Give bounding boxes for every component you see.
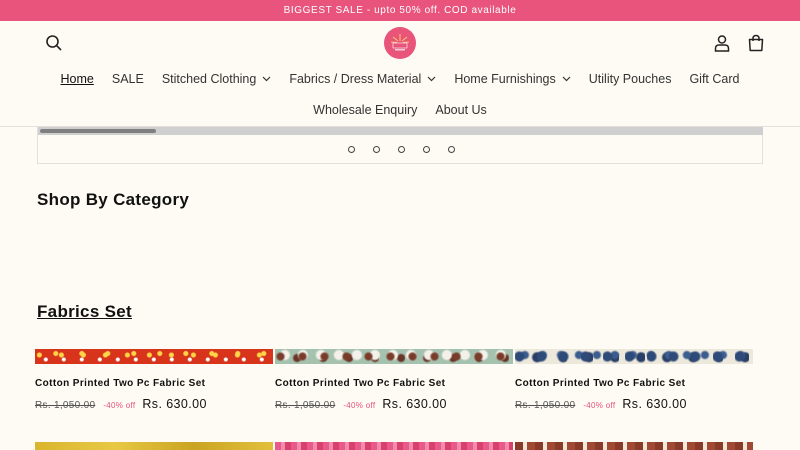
product-card[interactable]: Cotton Printed Two Pc Fabric Set Rs. 1,05… — [515, 349, 753, 411]
nav-item-gift-card[interactable]: Gift Card — [689, 69, 739, 89]
chevron-down-icon — [262, 76, 271, 82]
product-title[interactable]: Cotton Printed Two Pc Fabric Set — [275, 378, 513, 389]
compare-at-price: Rs. 1,050.00 — [275, 400, 336, 411]
cart-icon[interactable] — [746, 33, 766, 53]
nav-item-label: Home Furnishings — [454, 72, 556, 86]
discount-badge: -40% off — [103, 401, 136, 410]
product-image[interactable] — [515, 442, 753, 450]
main-nav: Home SALE Stitched Clothing Fabrics / Dress… — [0, 69, 800, 89]
discount-badge: -40% off — [583, 401, 616, 410]
slider-scrollbar-thumb[interactable] — [40, 129, 156, 133]
chevron-down-icon — [427, 76, 436, 82]
discount-badge: -40% off — [343, 401, 376, 410]
product-image[interactable] — [35, 442, 273, 450]
announcement-bar: BIGGEST SALE - upto 50% off. COD availab… — [0, 0, 800, 21]
nav-item-home-furnishings[interactable]: Home Furnishings — [454, 69, 571, 89]
product-card[interactable]: Cotton Printed Two Pc Fabric Set Rs. 1,05… — [35, 349, 273, 411]
slider-dot[interactable] — [372, 146, 380, 153]
compare-at-price: Rs. 1,050.00 — [35, 400, 96, 411]
product-price: Rs. 1,050.00 -40% off Rs. 630.00 — [35, 397, 273, 411]
main-nav-row-2: Wholesale Enquiry About Us — [0, 100, 800, 120]
nav-item-label: Home — [60, 72, 94, 86]
nav-item-utility-pouches[interactable]: Utility Pouches — [589, 69, 672, 89]
account-icon[interactable] — [712, 33, 732, 53]
product-title[interactable]: Cotton Printed Two Pc Fabric Set — [35, 378, 273, 389]
fabrics-set-heading[interactable]: Fabrics Set — [37, 302, 132, 322]
nav-item-home[interactable]: Home — [61, 69, 94, 89]
compare-at-price: Rs. 1,050.00 — [515, 400, 576, 411]
product-image[interactable] — [515, 349, 753, 364]
product-title[interactable]: Cotton Printed Two Pc Fabric Set — [515, 378, 753, 389]
slider-dot[interactable] — [447, 146, 455, 153]
site-header: Home SALE Stitched Clothing Fabrics / Dress… — [0, 21, 800, 127]
shop-by-category-heading: Shop By Category — [37, 190, 190, 209]
product-image[interactable] — [275, 349, 513, 364]
nav-item-label: Fabrics / Dress Material — [289, 72, 422, 86]
nav-item-label: Stitched Clothing — [161, 72, 257, 86]
nav-item-stitched-clothing[interactable]: Stitched Clothing — [162, 69, 272, 89]
sale-price: Rs. 630.00 — [382, 397, 447, 411]
sale-price: Rs. 630.00 — [142, 397, 207, 411]
slideshow-controls — [37, 127, 763, 164]
nav-item-wholesale-enquiry[interactable]: Wholesale Enquiry — [313, 100, 417, 120]
brand-logo[interactable] — [384, 27, 416, 59]
product-price: Rs. 1,050.00 -40% off Rs. 630.00 — [275, 397, 513, 411]
nav-item-fabrics-dress-material[interactable]: Fabrics / Dress Material — [289, 69, 436, 89]
nav-item-label: SALE — [111, 72, 144, 86]
product-image[interactable] — [35, 349, 273, 364]
product-card[interactable]: Cotton Printed Two Pc Fabric Set Rs. 1,05… — [275, 349, 513, 411]
search-icon[interactable] — [44, 33, 64, 53]
slider-dot[interactable] — [347, 146, 355, 153]
slider-dot[interactable] — [397, 146, 405, 153]
product-image[interactable] — [275, 442, 513, 450]
nav-item-label: Utility Pouches — [588, 72, 672, 86]
sale-price: Rs. 630.00 — [622, 397, 687, 411]
nav-item-sale[interactable]: SALE — [112, 69, 144, 89]
nav-item-about-us[interactable]: About Us — [435, 100, 486, 120]
product-price: Rs. 1,050.00 -40% off Rs. 630.00 — [515, 397, 753, 411]
slider-scrollbar[interactable] — [38, 127, 763, 135]
nav-item-label: Gift Card — [689, 72, 740, 86]
slider-dots — [38, 146, 764, 153]
chevron-down-icon — [562, 76, 571, 82]
slider-dot[interactable] — [422, 146, 430, 153]
